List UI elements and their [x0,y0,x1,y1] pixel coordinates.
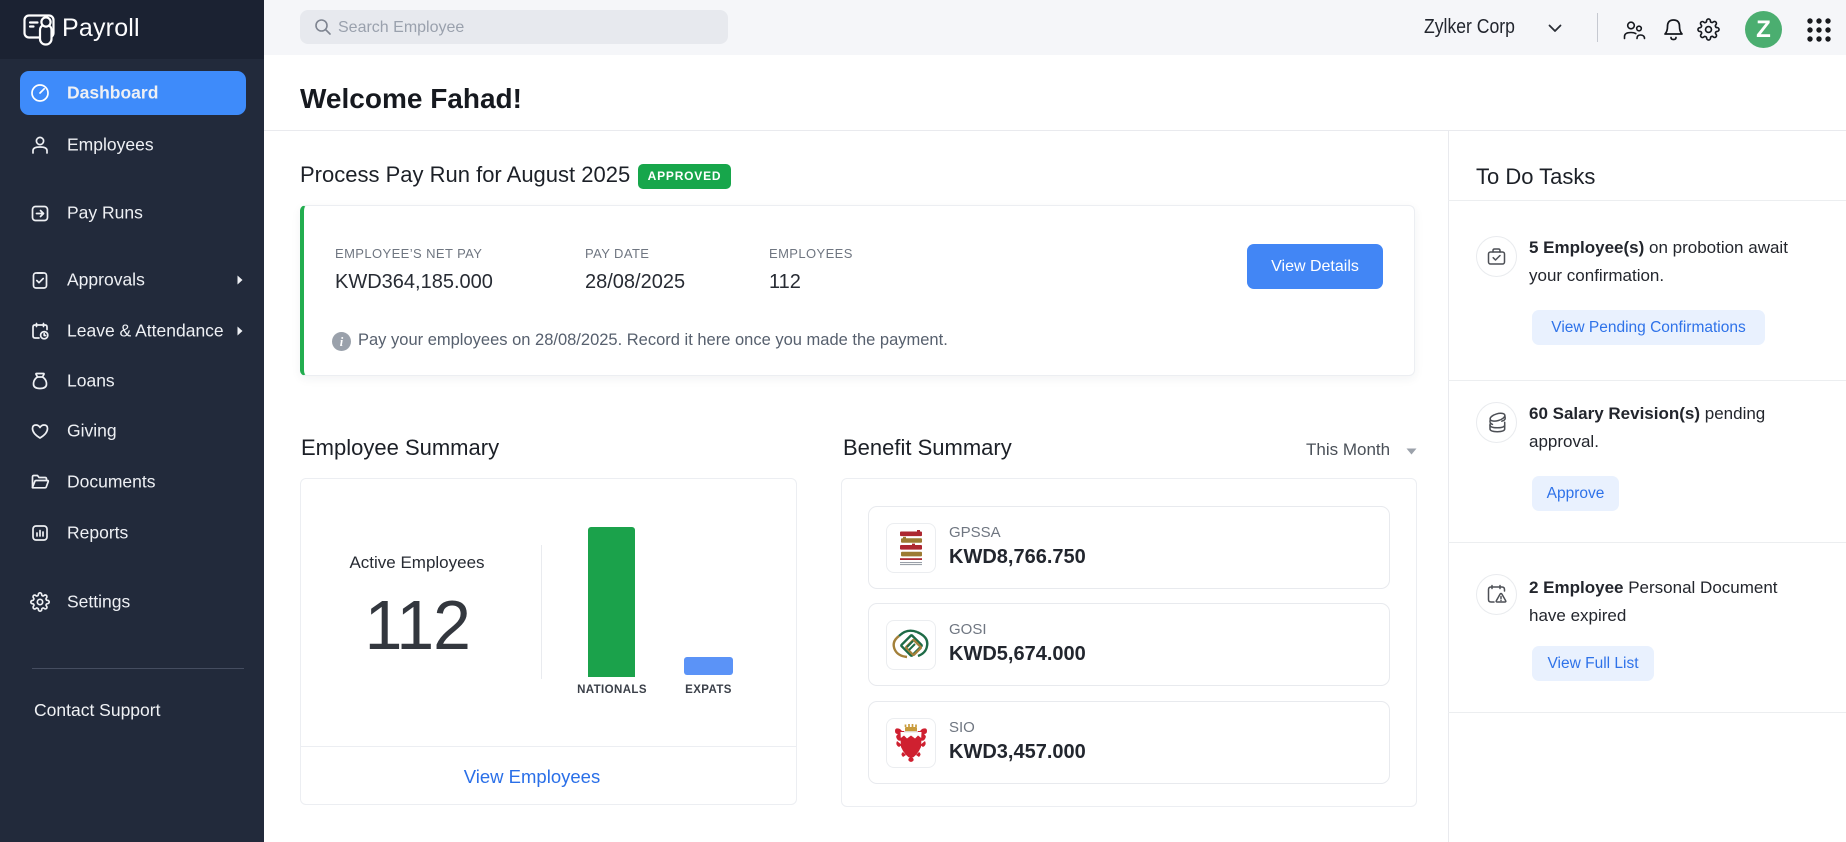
svg-text:i: i [340,335,344,349]
